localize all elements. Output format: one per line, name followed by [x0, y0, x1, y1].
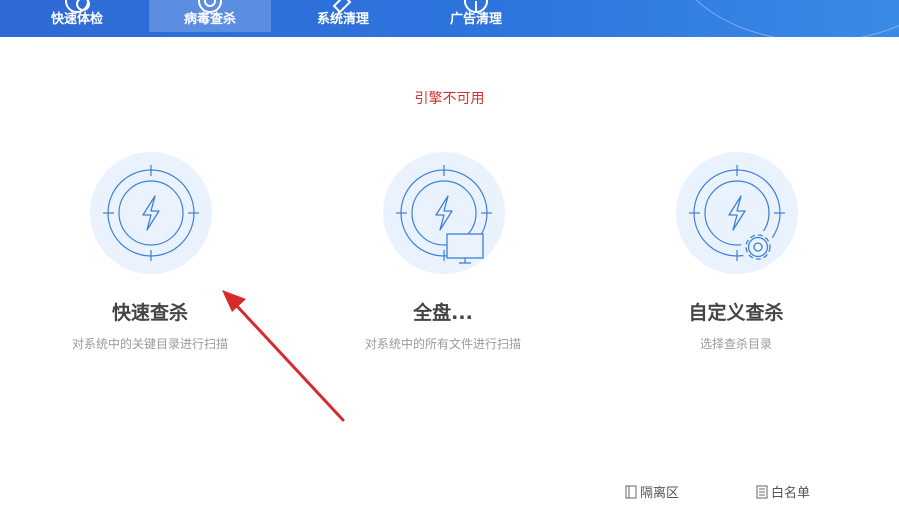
tab-system-clean[interactable]: 系统清理 — [282, 0, 404, 32]
custom-scan-title[interactable]: 自定义查杀 — [606, 298, 866, 325]
quarantine-icon — [625, 485, 637, 498]
quarantine-label: 隔离区 — [640, 486, 680, 501]
lightning-target-icon — [103, 165, 199, 261]
quick-scan-button[interactable] — [90, 152, 212, 274]
tab-label: 病毒查杀 — [183, 12, 236, 27]
whitelist-link[interactable]: 白名单 — [756, 482, 810, 501]
full-scan-button[interactable] — [383, 152, 505, 274]
quick-scan-title[interactable]: 快速查杀 — [20, 298, 280, 325]
full-scan-description: 对系统中的所有文件进行扫描 — [364, 337, 521, 351]
quick-scan-description: 对系统中的关键目录进行扫描 — [71, 337, 228, 351]
engine-status-text: 引擎不可用 — [414, 91, 485, 107]
tab-label: 广告清理 — [449, 12, 502, 27]
lightning-target-icon — [396, 165, 492, 264]
whitelist-icon — [756, 485, 768, 498]
tab-ad-clean[interactable]: 广告清理 — [415, 0, 537, 32]
custom-scan-description: 选择查杀目录 — [699, 337, 772, 351]
tab-label: 快速体检 — [50, 12, 103, 27]
tab-virus-scan[interactable]: 病毒查杀 — [149, 0, 271, 32]
tab-health-check[interactable]: 快速体检 — [16, 0, 138, 32]
header-decoration — [667, 0, 899, 37]
monitor-icon — [446, 233, 484, 264]
whitelist-label: 白名单 — [771, 486, 811, 501]
custom-scan-button[interactable] — [676, 152, 798, 274]
full-scan-title[interactable]: 全盘... — [313, 298, 573, 325]
gear-icon — [741, 230, 775, 264]
quarantine-link[interactable]: 隔离区 — [625, 482, 679, 501]
top-nav-bar: 快速体检 病毒查杀 系统清理 广告清理 — [0, 0, 899, 37]
lightning-target-icon — [689, 165, 785, 264]
tab-label: 系统清理 — [316, 12, 369, 27]
